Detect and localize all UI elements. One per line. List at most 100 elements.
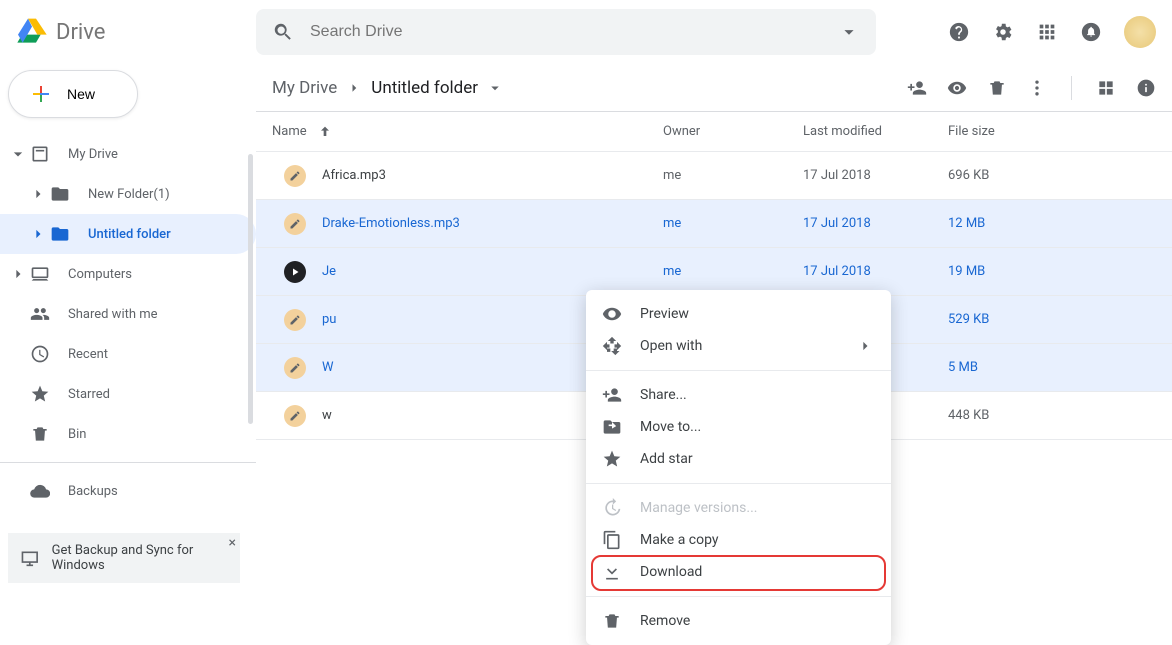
col-owner-label[interactable]: Owner — [663, 124, 700, 139]
separator — [1071, 76, 1072, 100]
toolbar: My Drive Untitled folder — [256, 64, 1172, 112]
promo-banner[interactable]: Get Backup and Sync for Windows × — [8, 533, 240, 583]
add-person-icon — [602, 385, 622, 405]
menu-separator — [586, 596, 891, 597]
app-header: Drive — [0, 0, 1172, 64]
col-size-label[interactable]: File size — [948, 124, 995, 139]
toolbar-actions — [907, 76, 1156, 100]
star-icon — [30, 384, 50, 404]
menu-preview[interactable]: Preview — [586, 298, 891, 330]
file-size: 12 MB — [948, 216, 1172, 231]
file-name: W — [322, 360, 334, 375]
drive-logo-icon — [16, 16, 48, 48]
plus-icon — [29, 82, 53, 106]
expand-icon — [8, 144, 28, 164]
trash-icon[interactable] — [987, 78, 1007, 98]
copy-icon — [602, 530, 622, 550]
file-name: w — [322, 408, 332, 423]
menu-share[interactable]: Share... — [586, 379, 891, 411]
trash-icon — [30, 424, 50, 444]
file-row[interactable]: Drake-Emotionless.mp3me17 Jul 201812 MB — [256, 200, 1172, 248]
video-file-icon — [284, 261, 306, 283]
file-modified: 17 Jul 2018 — [803, 168, 948, 183]
sidebar-shared[interactable]: Shared with me — [0, 294, 256, 334]
breadcrumb-root[interactable]: My Drive — [272, 78, 337, 98]
chevron-right-icon — [8, 264, 28, 284]
apps-icon[interactable] — [1036, 21, 1058, 43]
col-modified-label[interactable]: Last modified — [803, 124, 882, 139]
chevron-right-icon — [28, 184, 48, 204]
move-icon — [602, 417, 622, 437]
dropdown-icon[interactable] — [838, 21, 860, 43]
file-size: 448 KB — [948, 408, 1172, 423]
menu-open-with[interactable]: Open with — [586, 330, 891, 362]
sidebar-my-drive[interactable]: My Drive — [0, 134, 256, 174]
audio-file-icon — [284, 309, 306, 331]
app-name: Drive — [56, 20, 105, 45]
breadcrumb-current[interactable]: Untitled folder — [371, 78, 478, 98]
sidebar-divider — [0, 462, 256, 463]
sidebar: New My Drive New Folder(1) Untitled fold… — [0, 64, 256, 599]
file-owner: me — [663, 168, 803, 183]
context-menu: Preview Open with Share... Move to... Ad… — [586, 290, 891, 645]
open-with-icon — [602, 336, 622, 356]
search-icon — [272, 21, 294, 43]
sidebar-untitled-folder[interactable]: Untitled folder — [0, 214, 256, 254]
eye-icon[interactable] — [947, 78, 967, 98]
add-person-icon[interactable] — [907, 78, 927, 98]
history-icon — [602, 498, 622, 518]
audio-file-icon — [284, 165, 306, 187]
info-icon[interactable] — [1136, 78, 1156, 98]
search-input[interactable] — [294, 23, 838, 41]
col-name-label[interactable]: Name — [272, 124, 307, 139]
new-button[interactable]: New — [8, 70, 138, 118]
file-size: 696 KB — [948, 168, 1172, 183]
people-icon — [30, 304, 50, 324]
file-size: 529 KB — [948, 312, 1172, 327]
star-icon — [602, 449, 622, 469]
menu-download[interactable]: Download — [586, 556, 891, 588]
file-name: Je — [322, 264, 336, 279]
sidebar-new-folder-1[interactable]: New Folder(1) — [0, 174, 256, 214]
file-modified: 17 Jul 2018 — [803, 264, 948, 279]
audio-file-icon — [284, 357, 306, 379]
menu-manage-versions: Manage versions... — [586, 492, 891, 524]
file-owner: me — [663, 216, 803, 231]
menu-make-copy[interactable]: Make a copy — [586, 524, 891, 556]
header-actions — [948, 16, 1156, 48]
sort-asc-icon[interactable] — [317, 124, 333, 140]
menu-add-star[interactable]: Add star — [586, 443, 891, 475]
more-icon[interactable] — [1027, 78, 1047, 98]
settings-icon[interactable] — [992, 21, 1014, 43]
download-icon — [602, 562, 622, 582]
drive-icon — [30, 144, 50, 164]
dropdown-icon[interactable] — [486, 79, 504, 97]
chevron-right-icon — [345, 79, 363, 97]
main-area: My Drive Untitled folder Name Owner Last… — [256, 64, 1172, 599]
menu-move-to[interactable]: Move to... — [586, 411, 891, 443]
sidebar-bin[interactable]: Bin — [0, 414, 256, 454]
menu-remove[interactable]: Remove — [586, 605, 891, 637]
cloud-icon — [30, 481, 50, 501]
scrollbar[interactable] — [248, 154, 253, 424]
trash-icon — [602, 611, 622, 631]
clock-icon — [30, 344, 50, 364]
audio-file-icon — [284, 405, 306, 427]
grid-view-icon[interactable] — [1096, 78, 1116, 98]
drive-logo[interactable]: Drive — [16, 16, 256, 48]
audio-file-icon — [284, 213, 306, 235]
sidebar-computers[interactable]: Computers — [0, 254, 256, 294]
eye-icon — [602, 304, 622, 324]
new-button-label: New — [67, 86, 95, 102]
notifications-icon[interactable] — [1080, 21, 1102, 43]
user-avatar[interactable] — [1124, 16, 1156, 48]
help-icon[interactable] — [948, 21, 970, 43]
sidebar-recent[interactable]: Recent — [0, 334, 256, 374]
sidebar-starred[interactable]: Starred — [0, 374, 256, 414]
file-name: Drake-Emotionless.mp3 — [322, 216, 460, 231]
search-bar[interactable] — [256, 9, 876, 55]
sidebar-backups[interactable]: Backups — [0, 471, 256, 511]
file-row[interactable]: Jeme17 Jul 201819 MB — [256, 248, 1172, 296]
close-icon[interactable]: × — [229, 535, 236, 551]
file-row[interactable]: Africa.mp3me17 Jul 2018696 KB — [256, 152, 1172, 200]
